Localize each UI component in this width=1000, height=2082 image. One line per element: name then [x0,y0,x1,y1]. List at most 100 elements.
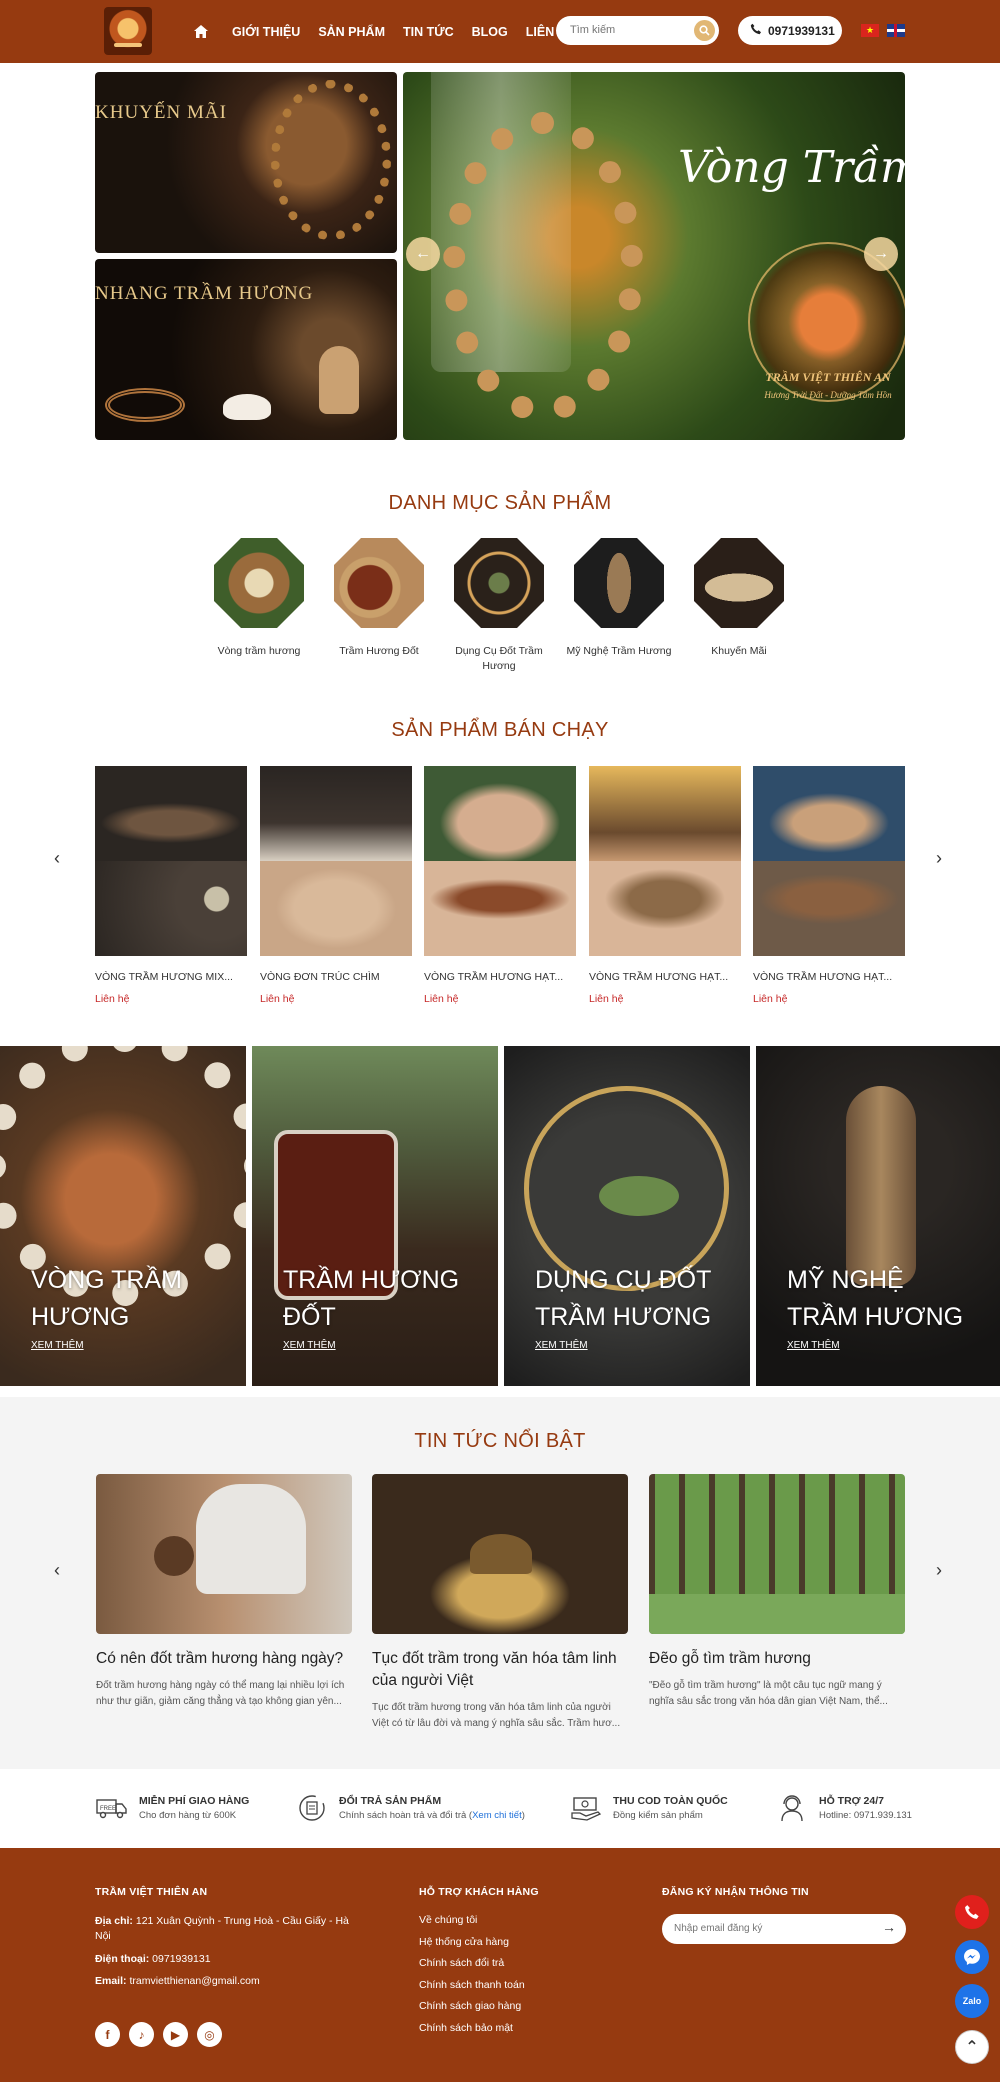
home-icon[interactable] [188,25,214,38]
product-name[interactable]: VÒNG TRẦM HƯƠNG HẠT... [589,971,741,983]
news-next-arrow-icon[interactable]: › [936,1560,942,1581]
footer-link-stores[interactable]: Hệ thống cửa hàng [419,1936,509,1948]
hero-slogan: Hương Trời Đất - Dưỡng Tâm Hồn [764,390,892,400]
footer-phone: Điện thoại: 0971939131 [95,1953,211,1965]
search-box [556,16,719,45]
category-banner-more-link[interactable]: XEM THÊM [787,1340,840,1351]
news-card[interactable]: Đẽo gỗ tìm trầm hương "Đẽo gỗ tìm trầm h… [649,1474,905,1710]
category-banner[interactable]: VÒNG TRẦM HƯƠNG XEM THÊM [0,1046,246,1386]
service-cod: THU COD TOÀN QUỐC Đồng kiểm sản phẩm [569,1788,728,1828]
news-prev-arrow-icon[interactable]: ‹ [54,1560,60,1581]
product-price: Liên hệ [260,993,295,1005]
product-name[interactable]: VÒNG TRẦM HƯƠNG HẠT... [753,971,905,983]
instagram-icon[interactable]: ◎ [197,2022,222,2047]
category-banner-more-link[interactable]: XEM THÊM [283,1340,336,1351]
bestsellers-next-arrow-icon[interactable]: › [936,848,942,869]
product-name[interactable]: VÒNG ĐƠN TRÚC CHÌM [260,971,412,983]
arrow-right-icon[interactable]: → [882,1919,896,1935]
subscribe-form: → [662,1914,906,1944]
search-icon[interactable] [694,20,715,41]
product-image [589,766,741,956]
search-input[interactable] [570,24,680,36]
news-image [649,1474,905,1634]
product-card[interactable]: VÒNG ĐƠN TRÚC CHÌM Liên hệ [260,766,412,1005]
vietnam-flag-icon[interactable]: ★ [861,24,879,37]
call-phone-icon[interactable] [955,1895,989,1929]
return-policy-icon [295,1791,329,1825]
uk-flag-icon[interactable] [887,24,905,37]
footer-link-returns[interactable]: Chính sách đổi trả [419,1957,504,1969]
hero-slide-title: Vòng Trầm Hương [678,142,905,193]
service-title: ĐỔI TRẢ SẢN PHẨM [339,1795,442,1807]
news-card[interactable]: Có nên đốt trầm hương hàng ngày? Đốt trầ… [96,1474,352,1710]
category-banner[interactable]: MỸ NGHỆ TRẦM HƯƠNG XEM THÊM [756,1046,1000,1386]
service-title: MIỄN PHÍ GIAO HÀNG [139,1795,250,1807]
footer-address: Địa chỉ: 121 Xuân Quỳnh - Trung Hoà - Cầ… [95,1915,349,1942]
product-name[interactable]: VÒNG TRẦM HƯƠNG MIX... [95,971,247,983]
news-title-link[interactable]: Tục đốt trầm trong văn hóa tâm linh của … [372,1648,628,1692]
return-policy-link[interactable]: Xem chi tiết [472,1810,522,1821]
category-item[interactable]: Vòng trầm hương [204,538,314,659]
category-item[interactable]: Dụng Cụ Đốt Trầm Hương [444,538,554,674]
promo-banner-sale[interactable]: KHUYẾN MÃI [95,72,397,253]
bestsellers-title: SẢN PHẨM BÁN CHẠY [391,719,609,741]
brand-logo[interactable] [104,7,152,55]
category-banner-title: MỸ NGHỆ TRẦM HƯƠNG [787,1266,964,1331]
category-item[interactable]: Khuyến Mãi [684,538,794,659]
category-label: Vòng trầm hương [217,645,301,657]
product-card[interactable]: VÒNG TRẦM HƯƠNG HẠT... Liên hệ [424,766,576,1005]
category-image [454,538,544,628]
bestsellers-prev-arrow-icon[interactable]: ‹ [54,848,60,869]
service-subtitle: Đồng kiểm sản phẩm [613,1810,703,1821]
category-banner[interactable]: TRẦM HƯƠNG ĐỐT XEM THÊM [252,1046,498,1386]
news-title-link[interactable]: Có nên đốt trầm hương hàng ngày? [96,1648,352,1670]
hero-slider[interactable]: Vòng Trầm Hương TRẦM VIỆT THIÊN AN Hương… [403,72,905,440]
category-banner-more-link[interactable]: XEM THÊM [535,1340,588,1351]
news-excerpt: Đốt trầm hương hàng ngày có thể mang lại… [96,1680,345,1707]
footer-link-shipping[interactable]: Chính sách giao hàng [419,2000,521,2012]
bead-bracelet-image [271,80,391,240]
footer-link-privacy[interactable]: Chính sách bảo mật [419,2022,513,2034]
hero-next-arrow-icon[interactable]: → [864,237,898,271]
footer-brand: TRẦM VIỆT THIÊN AN [95,1886,208,1898]
category-item[interactable]: Mỹ Nghệ Trầm Hương [564,538,674,659]
category-label: Mỹ Nghệ Trầm Hương [566,645,672,657]
tiktok-icon[interactable]: ♪ [129,2022,154,2047]
news-title-link[interactable]: Đẽo gỗ tìm trầm hương [649,1648,905,1670]
product-card[interactable]: VÒNG TRẦM HƯƠNG HẠT... Liên hệ [589,766,741,1005]
footer-email: Email: tramvietthienan@gmail.com [95,1975,260,1987]
messenger-icon[interactable] [955,1940,989,1974]
product-card[interactable]: VÒNG TRẦM HƯƠNG HẠT... Liên hệ [753,766,905,1005]
product-name[interactable]: VÒNG TRẦM HƯƠNG HẠT... [424,971,576,983]
category-banner-title: VÒNG TRẦM HƯƠNG [31,1266,182,1331]
footer-link-about[interactable]: Về chúng tôi [419,1914,477,1926]
product-card[interactable]: VÒNG TRẦM HƯƠNG MIX... Liên hệ [95,766,247,1005]
footer-link-payment[interactable]: Chính sách thanh toán [419,1979,525,1991]
youtube-icon[interactable]: ▶ [163,2022,188,2047]
subscribe-email-input[interactable] [674,1923,864,1934]
nav-item-products[interactable]: SẢN PHẨM [318,25,385,39]
promo-banner-incense[interactable]: NHANG TRẦM HƯƠNG [95,259,397,440]
category-label: Dụng Cụ Đốt Trầm Hương [455,645,543,672]
category-banner[interactable]: DỤNG CỤ ĐỐT TRẦM HƯƠNG XEM THÊM [504,1046,750,1386]
news-image [96,1474,352,1634]
nav-item-news[interactable]: TIN TỨC [403,25,454,39]
news-excerpt: Tục đốt trầm hương trong văn hóa tâm lin… [372,1702,621,1729]
category-item[interactable]: Trầm Hương Đốt [324,538,434,659]
product-image [260,766,412,956]
scroll-top-icon[interactable]: ⌃ [955,2030,989,2064]
news-card[interactable]: Tục đốt trầm trong văn hóa tâm linh của … [372,1474,628,1732]
lotus-image [223,394,271,420]
product-image [753,766,905,956]
zalo-icon[interactable]: Zalo [955,1984,989,2018]
facebook-icon[interactable]: f [95,2022,120,2047]
category-banner-title: DỤNG CỤ ĐỐT TRẦM HƯƠNG [535,1266,712,1331]
product-image [95,766,247,956]
category-banner-more-link[interactable]: XEM THÊM [31,1340,84,1351]
news-title: TIN TỨC NỔI BẬT [414,1430,586,1452]
hero-prev-arrow-icon[interactable]: ← [406,237,440,271]
nav-item-blog[interactable]: BLOG [472,25,508,39]
header-phone-button[interactable]: 0971939131 [738,16,842,45]
news-image [372,1474,628,1634]
nav-item-about[interactable]: GIỚI THIỆU [232,25,300,39]
